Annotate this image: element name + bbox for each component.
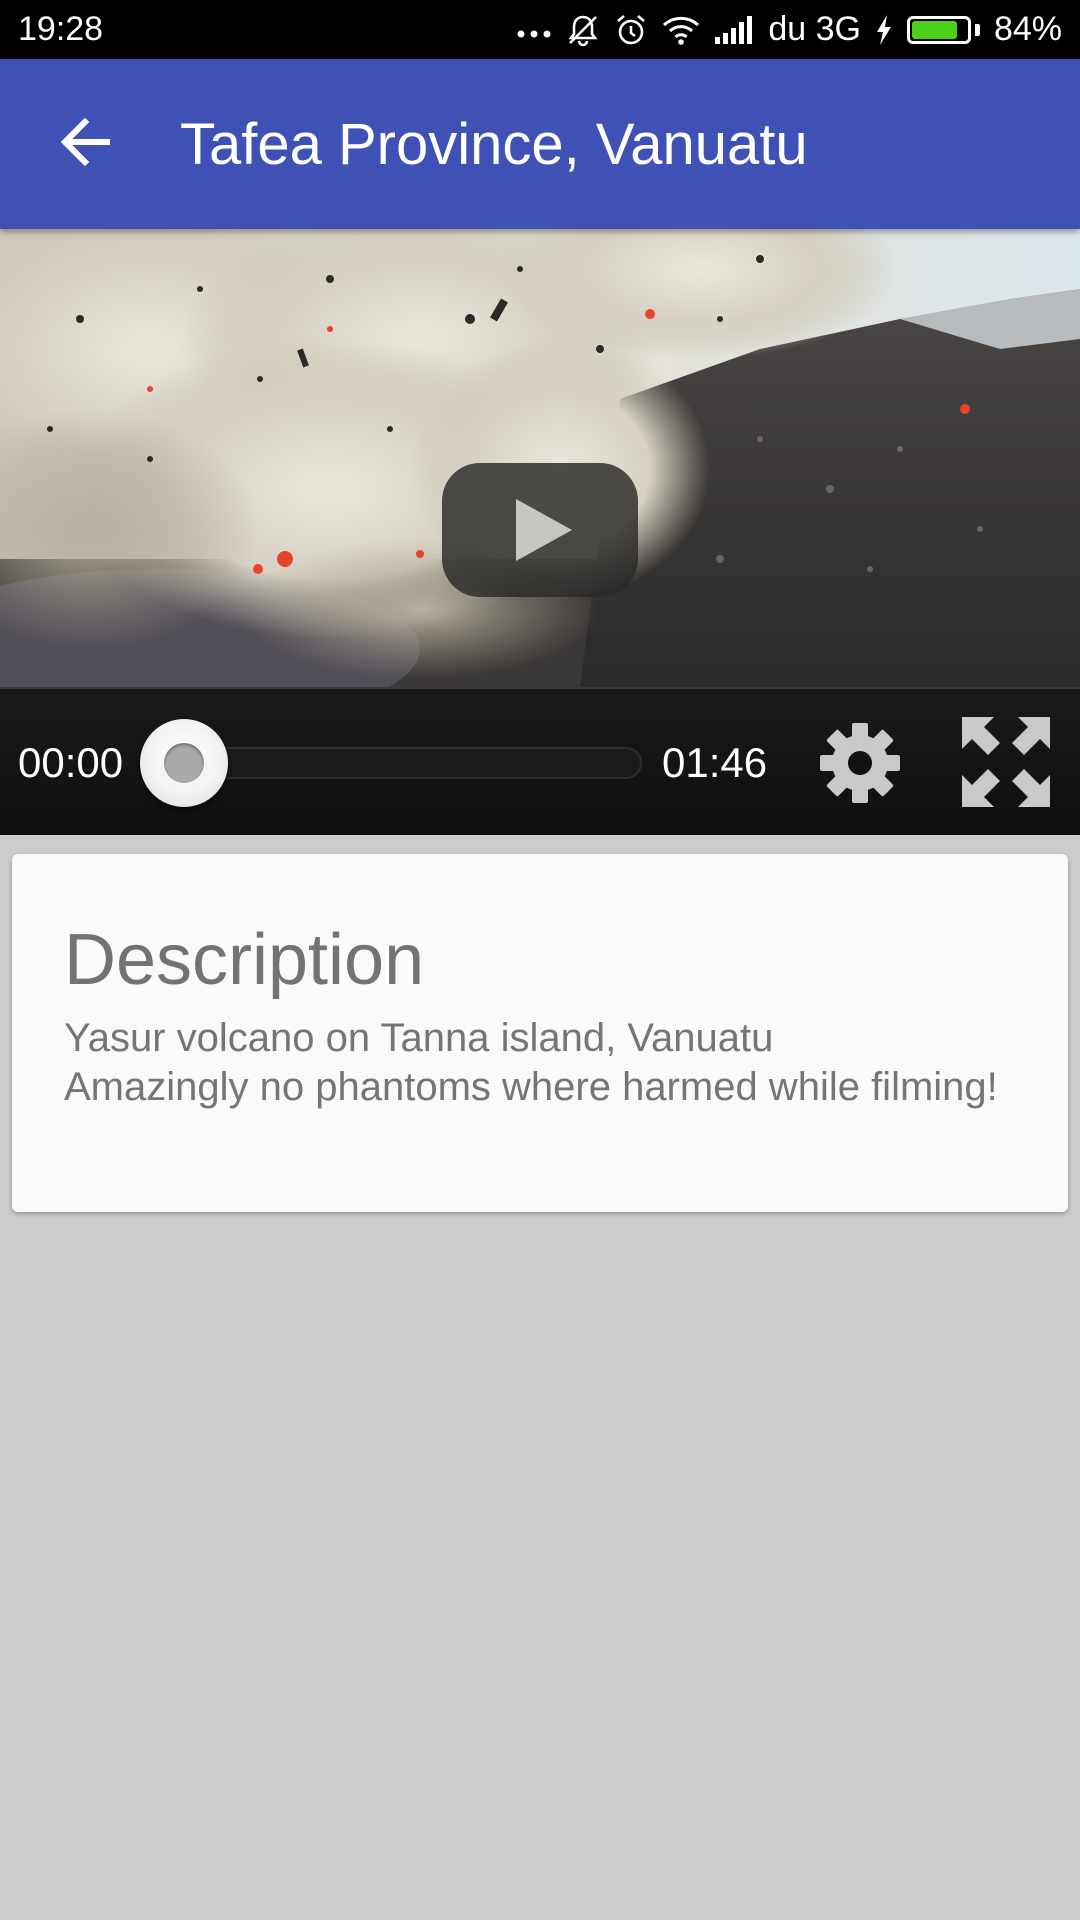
description-text: Yasur volcano on Tanna island, Vanuatu A… (64, 1016, 998, 1109)
settings-button[interactable] (812, 715, 908, 811)
status-time: 19:28 (18, 10, 104, 48)
current-time: 00:00 (18, 739, 124, 786)
status-icons: du 3G 84% (516, 10, 1062, 49)
battery-icon (906, 15, 980, 44)
play-icon (442, 463, 638, 597)
overflow-dots-icon (516, 22, 552, 38)
gear-icon (820, 723, 900, 803)
status-bar: 19:28 du 3G 84% (0, 0, 1080, 59)
cell-signal-icon (714, 15, 754, 45)
charging-bolt-icon (875, 14, 893, 46)
seek-bar[interactable] (140, 689, 642, 835)
battery-fill (911, 20, 958, 39)
fullscreen-expand-icon (962, 717, 1050, 807)
fullscreen-button[interactable] (958, 713, 1054, 811)
arrow-left-icon (59, 117, 111, 171)
battery-tip (974, 23, 980, 36)
page-title: Tafea Province, Vanuatu (180, 111, 808, 177)
video-thumbnail (0, 229, 1080, 689)
battery-percent: 84% (993, 10, 1062, 48)
wifi-icon (662, 14, 700, 46)
video-controls: 00:00 01:46 (0, 687, 1080, 835)
video-player[interactable]: 00:00 01:46 (0, 229, 1080, 835)
alarm-icon (614, 13, 648, 47)
seek-thumb[interactable] (140, 719, 228, 807)
description-card: Description Yasur volcano on Tanna islan… (12, 854, 1068, 1212)
play-button[interactable] (440, 461, 640, 599)
back-button[interactable] (0, 59, 170, 229)
total-time: 01:46 (662, 739, 768, 786)
app-bar: Tafea Province, Vanuatu (0, 59, 1080, 229)
description-heading: Description (64, 920, 425, 1000)
battery-body (906, 15, 971, 44)
network-label: du 3G (768, 10, 861, 48)
seek-rail (168, 747, 642, 779)
muted-bell-icon (566, 13, 600, 47)
